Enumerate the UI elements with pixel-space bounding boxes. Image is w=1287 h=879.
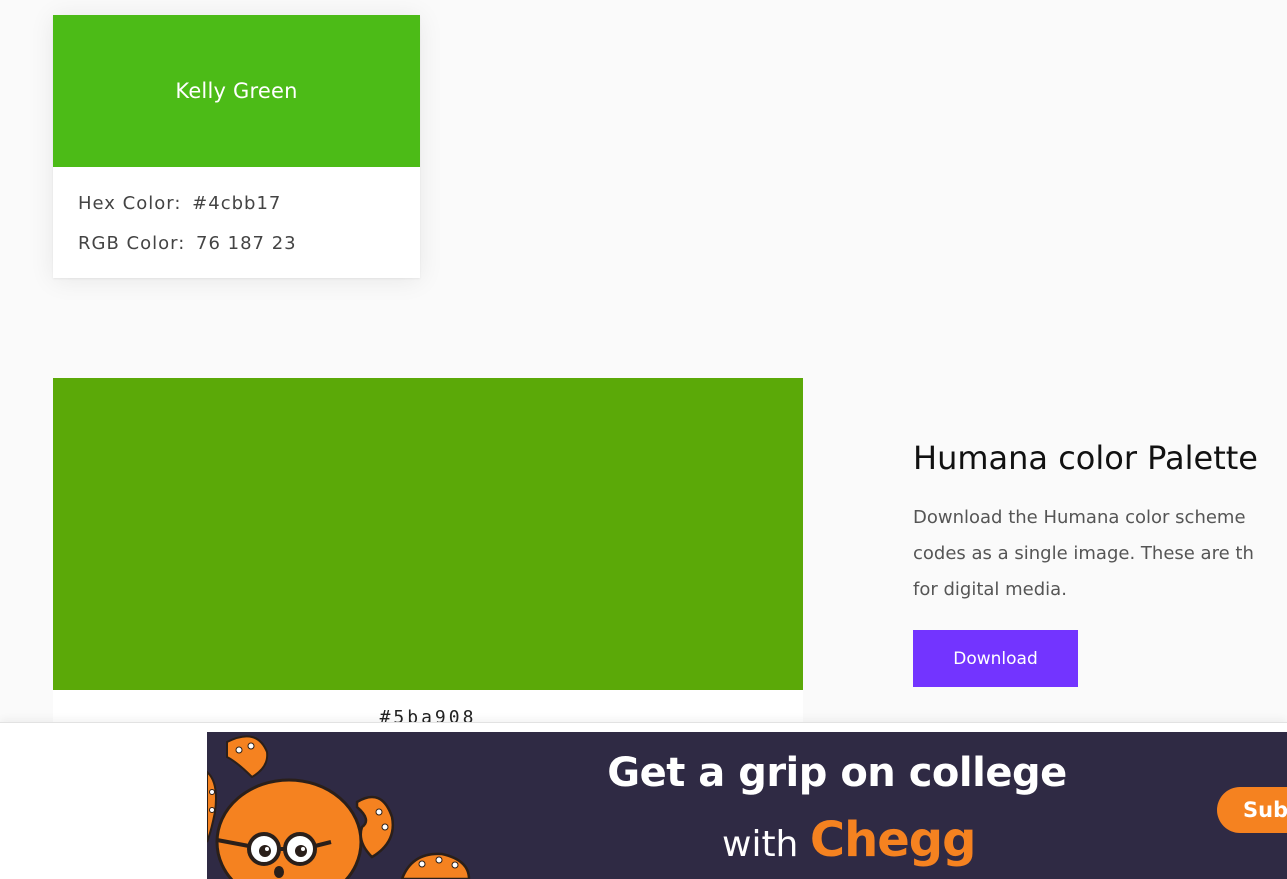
palette-title: Humana color Palette <box>913 439 1258 477</box>
palette-swatch <box>53 378 803 690</box>
description-line: for digital media. <box>913 579 1067 600</box>
download-button[interactable]: Download <box>913 630 1078 687</box>
rgb-label: RGB Color: <box>78 233 186 254</box>
color-info: Hex Color: #4cbb17 RGB Color: 76 187 23 <box>53 167 420 269</box>
ad-with-text: with <box>722 824 799 865</box>
color-name: Kelly Green <box>175 79 298 103</box>
hex-label: Hex Color: <box>78 193 182 214</box>
rgb-value: 76 187 23 <box>196 233 297 254</box>
description-line: codes as a single image. These are th <box>913 543 1254 564</box>
chegg-ad-banner[interactable]: Get a grip on college with Chegg Subs <box>207 732 1287 879</box>
description-line: Download the Humana color scheme <box>913 507 1246 528</box>
color-swatch: Kelly Green <box>53 15 420 167</box>
ad-bar: Get a grip on college with Chegg Subs <box>0 722 1287 879</box>
rgb-row: RGB Color: 76 187 23 <box>78 229 420 269</box>
color-card: Kelly Green Hex Color: #4cbb17 RGB Color… <box>53 15 420 278</box>
ad-headline: Get a grip on college <box>607 750 1067 796</box>
hex-row: Hex Color: #4cbb17 <box>78 189 420 229</box>
ad-subline: with Chegg <box>722 812 977 868</box>
palette-info: Humana color Palette Download the Humana… <box>913 436 1287 608</box>
chegg-logo: Chegg <box>809 812 977 868</box>
palette-description: Download the Humana color scheme codes a… <box>913 500 1287 608</box>
octopus-mascot-icon <box>207 735 471 879</box>
subscribe-button[interactable]: Subs <box>1217 787 1287 833</box>
hex-value: #4cbb17 <box>192 193 282 214</box>
palette-preview: #5ba908 <box>53 378 803 738</box>
